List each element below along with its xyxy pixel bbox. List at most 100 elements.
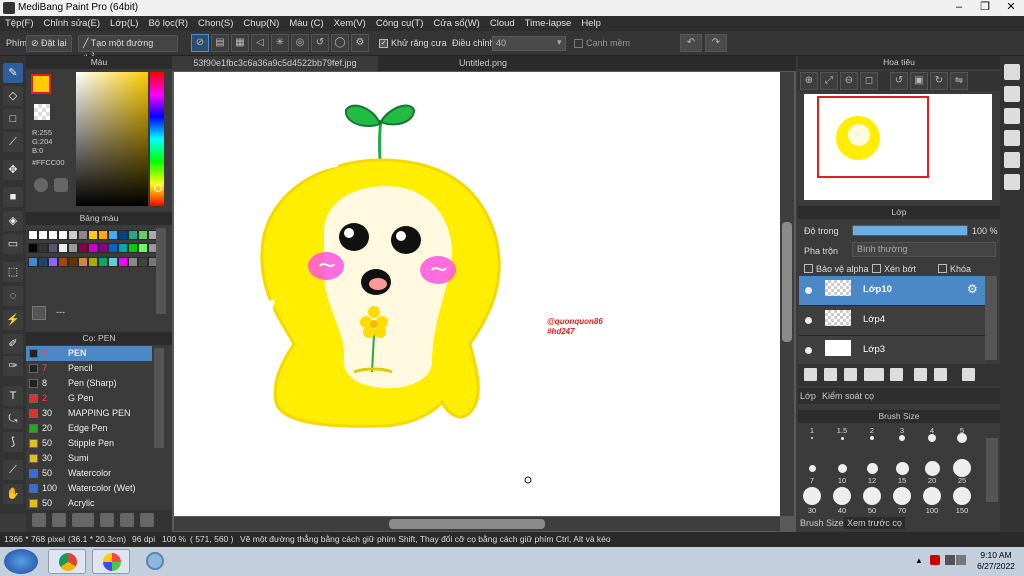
hatch-mode-button[interactable]: ▤ xyxy=(211,34,229,52)
brush-item[interactable]: 30 Sumi xyxy=(26,451,152,466)
palette-swatch[interactable] xyxy=(128,243,138,254)
layer-clear-icon[interactable] xyxy=(934,368,947,381)
new-palette-icon[interactable] xyxy=(32,306,46,320)
palette-swatch[interactable] xyxy=(58,256,68,267)
palette-swatch[interactable] xyxy=(88,243,98,254)
fit-window-icon[interactable]: ▣ xyxy=(910,72,928,90)
layer-menu-icon[interactable] xyxy=(864,368,884,381)
menu-file[interactable]: Tệp(F) xyxy=(0,16,39,31)
brush-item[interactable]: 30 MAPPING PEN xyxy=(26,406,152,421)
palette-swatch[interactable] xyxy=(128,230,138,240)
flip-icon[interactable]: ⇋ xyxy=(950,72,968,90)
brush-size-dot[interactable] xyxy=(866,462,878,474)
layer-settings-gear-icon[interactable]: ⚙ xyxy=(967,282,978,296)
palette-swatch[interactable] xyxy=(88,230,98,240)
brush-size-dot[interactable] xyxy=(899,435,905,441)
brush-item[interactable]: 50 Stipple Pen xyxy=(26,436,152,451)
bucket-tool-icon[interactable]: ◈ xyxy=(3,211,23,231)
select-eraser-tool-icon[interactable]: ✑ xyxy=(3,356,23,376)
volume-icon[interactable] xyxy=(956,555,966,565)
brush-size-grid[interactable]: 1 1.5 2 3 4 5 7 10 12 15 20 25 30 40 50 70 100 150 xyxy=(798,424,986,516)
tray-alert-icon[interactable] xyxy=(930,555,940,565)
menu-view[interactable]: Xem(V) xyxy=(329,16,371,31)
palette-swatch[interactable] xyxy=(138,230,148,240)
brush-size-dot[interactable] xyxy=(953,459,971,477)
brush-size-dot[interactable] xyxy=(840,436,844,440)
layer-row[interactable]: Lớp3 xyxy=(799,336,985,366)
palette-swatch[interactable] xyxy=(58,230,68,240)
palette-scrollbar[interactable] xyxy=(156,228,166,314)
brush-size-dot[interactable] xyxy=(928,434,936,442)
palette-swatch[interactable] xyxy=(38,256,48,267)
palette-swatch[interactable] xyxy=(108,243,118,254)
brush-size-dot[interactable] xyxy=(924,460,940,476)
concentric-mode-button[interactable]: ◎ xyxy=(291,34,309,52)
grid-mode-button[interactable]: ▦ xyxy=(231,34,249,52)
brush-delete-icon[interactable] xyxy=(140,513,154,527)
horizontal-scroll-thumb[interactable] xyxy=(389,519,545,529)
brush-size-dot[interactable] xyxy=(870,436,874,440)
palette-swatch[interactable] xyxy=(28,243,38,254)
tab-brush-preview[interactable]: Xem trước cọ xyxy=(844,517,905,529)
menu-tools[interactable]: Công cụ(T) xyxy=(371,16,429,31)
background-color-swatch[interactable] xyxy=(34,104,50,120)
undo-icon[interactable]: ↶ xyxy=(680,34,702,52)
brush-size-dot[interactable] xyxy=(895,461,909,475)
clip-checkbox[interactable] xyxy=(872,264,881,273)
vertical-scroll-thumb[interactable] xyxy=(782,222,792,342)
brush-scrollbar[interactable] xyxy=(154,348,164,448)
brush-size-dot[interactable] xyxy=(837,463,847,473)
menu-timelapse[interactable]: Time-lapse xyxy=(520,16,577,31)
hue-handle[interactable] xyxy=(154,184,162,192)
eye-icon[interactable] xyxy=(805,347,812,354)
menu-select[interactable]: Chọn(S) xyxy=(193,16,238,31)
menu-edit[interactable]: Chỉnh sửa(E) xyxy=(39,16,106,31)
layers-icon[interactable] xyxy=(1004,174,1020,190)
start-button[interactable] xyxy=(4,549,38,574)
zoom-fit-icon[interactable]: ⤢ xyxy=(820,72,838,90)
paint-taskbar-icon[interactable] xyxy=(136,549,174,574)
clock[interactable]: 9:10 AM 6/27/2022 xyxy=(968,550,1024,572)
saturation-value-picker[interactable] xyxy=(76,72,148,206)
menu-cloud[interactable]: Cloud xyxy=(485,16,520,31)
antialias-checkbox[interactable]: ✓ xyxy=(379,39,388,48)
brush-size-dot[interactable] xyxy=(863,487,881,505)
layer-folder-icon[interactable] xyxy=(890,368,903,381)
opacity-slider[interactable] xyxy=(852,225,968,236)
palette-swatch[interactable] xyxy=(38,243,48,254)
material-icon[interactable] xyxy=(1004,152,1020,168)
text-tool-icon[interactable]: T xyxy=(3,386,23,406)
brush-item[interactable]: 7 Pencil xyxy=(26,361,152,376)
chrome-taskbar-icon[interactable] xyxy=(48,549,86,574)
palette-swatch[interactable] xyxy=(38,230,48,240)
rotate-left-icon[interactable]: ↺ xyxy=(890,72,908,90)
palette-swatch[interactable] xyxy=(28,230,38,240)
palette-swatch[interactable] xyxy=(48,243,58,254)
palette-swatch[interactable] xyxy=(28,256,38,267)
palette-swatch[interactable] xyxy=(48,256,58,267)
medibang-taskbar-icon[interactable] xyxy=(92,549,130,574)
palette-swatch[interactable] xyxy=(118,243,128,254)
brush-size-dot[interactable] xyxy=(833,487,851,505)
trash-icon[interactable] xyxy=(962,368,975,381)
menu-snap[interactable]: Chụp(N) xyxy=(238,16,284,31)
brush-item[interactable]: 100 Watercolor (Wet) xyxy=(26,481,152,496)
stroke-mode-none-button[interactable]: ⊘ xyxy=(191,34,209,52)
eraser-tool-icon[interactable]: ◇ xyxy=(3,86,23,106)
close-button[interactable]: ✕ xyxy=(998,0,1024,16)
menu-filter[interactable]: Bộ lọc(R) xyxy=(143,16,193,31)
palette-swatch[interactable] xyxy=(138,243,148,254)
brush-folder-icon[interactable] xyxy=(100,513,114,527)
fill-rect-tool-icon[interactable]: ■ xyxy=(3,187,23,207)
palette-swatch[interactable] xyxy=(68,243,78,254)
brush-duplicate-icon[interactable] xyxy=(120,513,134,527)
lock-checkbox[interactable] xyxy=(938,264,947,273)
drawing-canvas[interactable]: @quonquon86 #hd247 xyxy=(174,72,780,516)
brush-size-dot[interactable] xyxy=(808,464,816,472)
share-icon[interactable] xyxy=(1004,86,1020,102)
perspective-mode-button[interactable]: ◁ xyxy=(251,34,269,52)
blend-mode-select[interactable]: Bình thường xyxy=(852,242,996,257)
select-pen-tool-icon[interactable]: ✐ xyxy=(3,334,23,354)
hand-tool-icon[interactable]: ✋ xyxy=(3,484,23,504)
navigator-preview[interactable] xyxy=(804,94,992,200)
